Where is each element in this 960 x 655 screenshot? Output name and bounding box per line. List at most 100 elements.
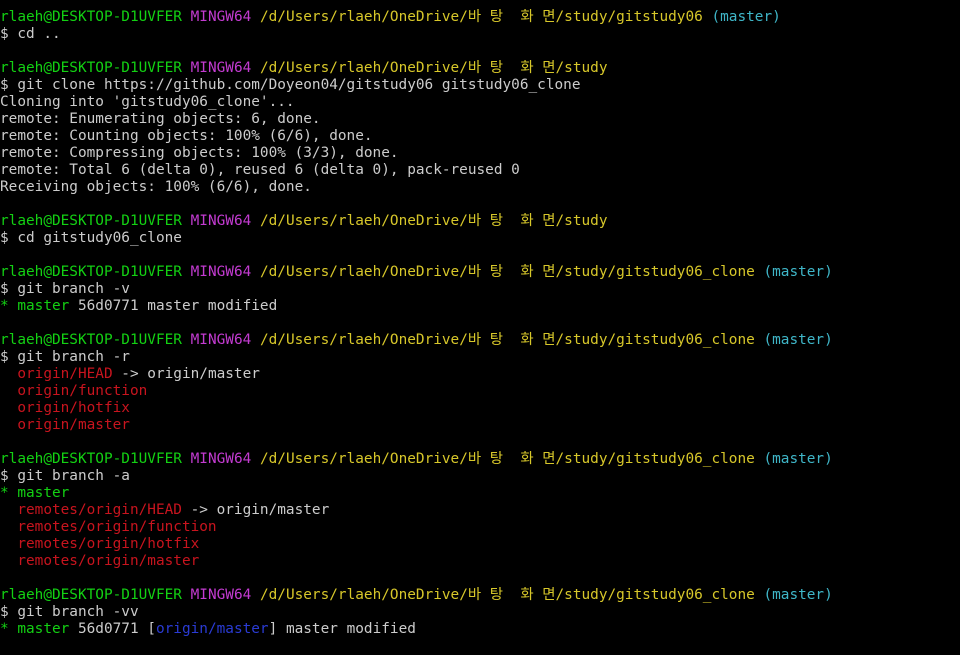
remote-branch-item: remotes/origin/HEAD -> origin/master	[0, 502, 960, 519]
command-text: $ git branch -a	[0, 468, 130, 484]
remote-branch-item: remotes/origin/function	[0, 519, 960, 536]
prompt-msystem: MINGW64	[190, 9, 252, 25]
prompt-path: /d/Users/rlaeh/OneDrive/바 탕 화 면/study/gi…	[259, 332, 755, 348]
remote-branch-item: origin/master	[0, 417, 960, 434]
prompt-path: /d/Users/rlaeh/OneDrive/바 탕 화 면/study/gi…	[259, 587, 755, 603]
prompt-path: /d/Users/rlaeh/OneDrive/바 탕 화 면/study	[259, 213, 608, 229]
prompt-line: rlaeh@DESKTOP-D1UVFER MINGW64 /d/Users/r…	[0, 587, 960, 604]
prompt-user-host: rlaeh@DESKTOP-D1UVFER	[0, 60, 182, 76]
prompt-line: rlaeh@DESKTOP-D1UVFER MINGW64 /d/Users/r…	[0, 332, 960, 349]
remote-branch-item: origin/function	[0, 383, 960, 400]
output-text: remote: Total 6 (delta 0), reused 6 (del…	[0, 162, 520, 178]
output-line: remote: Enumerating objects: 6, done.	[0, 111, 960, 128]
prompt-branch: (master)	[763, 587, 833, 603]
remote-branch-name: origin/hotfix	[17, 400, 130, 416]
output-line: Cloning into 'gitstudy06_clone'...	[0, 94, 960, 111]
commit-hash: 56d0771	[69, 621, 148, 637]
prompt-user-host: rlaeh@DESKTOP-D1UVFER	[0, 451, 182, 467]
prompt-user-host: rlaeh@DESKTOP-D1UVFER	[0, 9, 182, 25]
prompt-path: /d/Users/rlaeh/OneDrive/바 탕 화 면/study/gi…	[259, 264, 755, 280]
output-line: remote: Total 6 (delta 0), reused 6 (del…	[0, 162, 960, 179]
prompt-line: rlaeh@DESKTOP-D1UVFER MINGW64 /d/Users/r…	[0, 213, 960, 230]
current-branch-marker: *	[0, 298, 18, 314]
terminal-window[interactable]: rlaeh@DESKTOP-D1UVFER MINGW64 /d/Users/r…	[0, 0, 960, 655]
remote-branch-name: remotes/origin/HEAD	[17, 502, 182, 518]
output-text: remote: Enumerating objects: 6, done.	[0, 111, 321, 127]
remote-branch-name: origin/master	[17, 417, 130, 433]
prompt-branch: (master)	[763, 332, 833, 348]
output-text: Cloning into 'gitstudy06_clone'...	[0, 94, 295, 110]
prompt-branch: (master)	[763, 451, 833, 467]
current-branch-name: master	[17, 298, 70, 314]
command-text: $ git branch -r	[0, 349, 130, 365]
branch-list-item: * master 56d0771 master modified	[0, 298, 960, 315]
remote-branch-item: remotes/origin/master	[0, 553, 960, 570]
command-line: $ cd ..	[0, 26, 960, 43]
branch-list-item: * master 56d0771 [origin/master] master …	[0, 621, 960, 638]
command-line: $ git clone https://github.com/Doyeon04/…	[0, 77, 960, 94]
command-text: $ git branch -vv	[0, 604, 139, 620]
current-branch-marker: *	[0, 621, 18, 637]
prompt-msystem: MINGW64	[190, 60, 252, 76]
command-text: $ git branch -v	[0, 281, 130, 297]
prompt-user-host: rlaeh@DESKTOP-D1UVFER	[0, 587, 182, 603]
output-text: Receiving objects: 100% (6/6), done.	[0, 179, 312, 195]
remote-branch-name: remotes/origin/master	[17, 553, 200, 569]
command-text: $ cd gitstudy06_clone	[0, 230, 182, 246]
commit-message: master modified	[277, 621, 416, 637]
prompt-branch: (master)	[711, 9, 781, 25]
prompt-path: /d/Users/rlaeh/OneDrive/바 탕 화 면/study	[259, 60, 608, 76]
branch-detail: 56d0771 master modified	[69, 298, 278, 314]
prompt-branch: (master)	[763, 264, 833, 280]
command-line: $ git branch -r	[0, 349, 960, 366]
prompt-user-host: rlaeh@DESKTOP-D1UVFER	[0, 332, 182, 348]
output-line: Receiving objects: 100% (6/6), done.	[0, 179, 960, 196]
command-text: $ cd ..	[0, 26, 61, 42]
remote-branch-name: remotes/origin/function	[17, 519, 217, 535]
remote-branch-name: origin/HEAD	[17, 366, 113, 382]
output-text: remote: Counting objects: 100% (6/6), do…	[0, 128, 373, 144]
prompt-line: rlaeh@DESKTOP-D1UVFER MINGW64 /d/Users/r…	[0, 264, 960, 281]
command-line: $ cd gitstudy06_clone	[0, 230, 960, 247]
remote-branch-item: remotes/origin/hotfix	[0, 536, 960, 553]
remote-branch-item: origin/hotfix	[0, 400, 960, 417]
prompt-path: /d/Users/rlaeh/OneDrive/바 탕 화 면/study/gi…	[259, 9, 703, 25]
remote-head-target: -> origin/master	[181, 502, 330, 518]
prompt-msystem: MINGW64	[190, 332, 252, 348]
remote-branch-name: remotes/origin/hotfix	[17, 536, 200, 552]
current-branch-name: master	[17, 621, 70, 637]
upstream-branch: origin/master	[155, 621, 269, 637]
prompt-line: rlaeh@DESKTOP-D1UVFER MINGW64 /d/Users/r…	[0, 9, 960, 26]
command-line: $ git branch -vv	[0, 604, 960, 621]
output-line: remote: Compressing objects: 100% (3/3),…	[0, 145, 960, 162]
branch-list-item: * master	[0, 485, 960, 502]
command-text: $ git clone https://github.com/Doyeon04/…	[0, 77, 581, 93]
bracket-close: ]	[268, 621, 278, 637]
remote-branch-item: origin/HEAD -> origin/master	[0, 366, 960, 383]
prompt-msystem: MINGW64	[190, 587, 252, 603]
command-line: $ git branch -a	[0, 468, 960, 485]
prompt-user-host: rlaeh@DESKTOP-D1UVFER	[0, 264, 182, 280]
bracket-open: [	[147, 621, 156, 637]
prompt-msystem: MINGW64	[190, 213, 252, 229]
command-line: $ git branch -v	[0, 281, 960, 298]
prompt-line: rlaeh@DESKTOP-D1UVFER MINGW64 /d/Users/r…	[0, 451, 960, 468]
prompt-msystem: MINGW64	[190, 264, 252, 280]
prompt-msystem: MINGW64	[190, 451, 252, 467]
remote-head-target: -> origin/master	[112, 366, 260, 382]
output-line: remote: Counting objects: 100% (6/6), do…	[0, 128, 960, 145]
prompt-user-host: rlaeh@DESKTOP-D1UVFER	[0, 213, 182, 229]
